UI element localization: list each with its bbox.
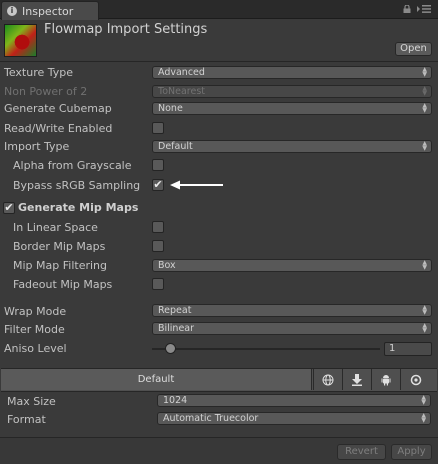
lock-icon[interactable] <box>403 5 411 13</box>
open-button[interactable]: Open <box>395 42 432 56</box>
non-power-of-2-value: ToNearest <box>158 86 205 97</box>
aniso-level-field[interactable]: 1 <box>384 342 432 356</box>
alpha-from-grayscale-label: Alpha from Grayscale <box>13 159 132 172</box>
globe-icon[interactable] <box>313 369 341 390</box>
tab-platform-default[interactable]: Default <box>1 369 312 390</box>
format-label: Format <box>7 413 46 426</box>
fadeout-mip-maps-label: Fadeout Mip Maps <box>13 278 113 291</box>
tab-inspector[interactable]: i Inspector <box>1 1 99 20</box>
menu-icon[interactable] <box>417 4 431 14</box>
mip-map-filtering-value: Box <box>158 260 176 271</box>
format-value: Automatic Truecolor <box>163 413 259 424</box>
dropdown-arrows-icon: ▲ ▼ <box>421 394 426 406</box>
download-icon[interactable] <box>342 369 370 390</box>
dropdown-arrows-icon: ▲ ▼ <box>422 322 427 334</box>
texture-type-value: Advanced <box>158 67 205 78</box>
generate-mip-maps-label: Generate Mip Maps <box>18 201 139 214</box>
in-linear-space-checkbox[interactable] <box>152 221 164 233</box>
info-icon: i <box>7 6 17 16</box>
filter-mode-label: Filter Mode <box>4 323 65 336</box>
bypass-srgb-checkbox[interactable]: ✔ <box>152 179 164 191</box>
generate-cubemap-label: Generate Cubemap <box>4 102 112 115</box>
wrap-mode-value: Repeat <box>158 305 192 316</box>
generate-mip-maps-checkbox[interactable]: ✔ <box>3 202 15 214</box>
format-dropdown[interactable]: Automatic Truecolor ▲ ▼ <box>157 412 431 425</box>
texture-type-label: Texture Type <box>4 66 74 79</box>
wrap-mode-label: Wrap Mode <box>4 305 67 318</box>
mip-map-filtering-label: Mip Map Filtering <box>13 259 107 272</box>
import-type-label: Import Type <box>4 140 70 153</box>
border-mip-maps-label: Border Mip Maps <box>13 240 106 253</box>
dropdown-arrows-icon: ▲ ▼ <box>422 85 427 97</box>
apply-button[interactable]: Apply <box>391 444 432 460</box>
page-title: Flowmap Import Settings <box>44 22 208 37</box>
filter-mode-dropdown[interactable]: Bilinear ▲ ▼ <box>152 322 432 335</box>
revert-button[interactable]: Revert <box>337 444 386 460</box>
border-mip-maps-checkbox[interactable] <box>152 240 164 252</box>
read-write-checkbox[interactable] <box>152 122 164 134</box>
max-size-value: 1024 <box>163 395 188 406</box>
max-size-dropdown[interactable]: 1024 ▲ ▼ <box>157 394 431 407</box>
mip-map-filtering-dropdown[interactable]: Box ▲ ▼ <box>152 259 432 272</box>
aniso-level-slider-thumb[interactable] <box>165 343 177 354</box>
generate-cubemap-value: None <box>158 103 183 114</box>
read-write-label: Read/Write Enabled <box>4 122 113 135</box>
dropdown-arrows-icon: ▲ ▼ <box>422 66 427 78</box>
non-power-of-2-label: Non Power of 2 <box>4 85 88 98</box>
wrap-mode-dropdown[interactable]: Repeat ▲ ▼ <box>152 304 432 317</box>
max-size-label: Max Size <box>7 395 56 408</box>
dropdown-arrows-icon: ▲ ▼ <box>422 102 427 114</box>
aniso-level-label: Aniso Level <box>4 342 67 355</box>
circle-icon[interactable] <box>400 369 430 390</box>
in-linear-space-label: In Linear Space <box>13 221 98 234</box>
texture-thumbnail <box>4 24 37 57</box>
import-type-dropdown[interactable]: Default ▲ ▼ <box>152 140 432 153</box>
bypass-srgb-label: Bypass sRGB Sampling <box>13 179 141 192</box>
texture-type-dropdown[interactable]: Advanced ▲ ▼ <box>152 66 432 79</box>
alpha-from-grayscale-checkbox[interactable] <box>152 159 164 171</box>
filter-mode-value: Bilinear <box>158 323 195 334</box>
arrow-left-icon <box>170 180 223 190</box>
dropdown-arrows-icon: ▲ ▼ <box>422 259 427 271</box>
header-divider <box>0 61 438 62</box>
dropdown-arrows-icon: ▲ ▼ <box>422 140 427 152</box>
aniso-level-slider-track[interactable] <box>152 348 380 350</box>
dropdown-arrows-icon: ▲ ▼ <box>422 304 427 316</box>
non-power-of-2-dropdown: ToNearest ▲ ▼ <box>152 85 432 98</box>
generate-cubemap-dropdown[interactable]: None ▲ ▼ <box>152 102 432 115</box>
android-icon[interactable] <box>371 369 399 390</box>
tab-inspector-label: Inspector <box>22 4 74 18</box>
import-type-value: Default <box>158 141 193 152</box>
fadeout-mip-maps-checkbox[interactable] <box>152 278 164 290</box>
dropdown-arrows-icon: ▲ ▼ <box>421 412 426 424</box>
